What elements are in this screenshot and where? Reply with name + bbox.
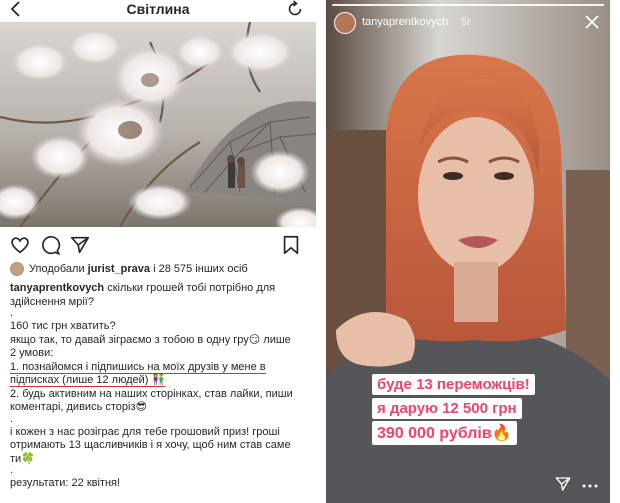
liker-avatar bbox=[10, 262, 24, 276]
story-screen[interactable]: tanyaprentkovych 5г буде 13 переможців! … bbox=[326, 0, 610, 503]
post-header: Світлина bbox=[0, 0, 316, 22]
likes-row[interactable]: Уподобали jurist_prava і 28 575 інших ос… bbox=[10, 262, 310, 278]
caption-line: здійснення мрії? bbox=[10, 295, 94, 308]
page-title: Світлина bbox=[126, 1, 190, 17]
bookmark-icon[interactable] bbox=[280, 234, 302, 256]
caption-line-underlined: 1. познайомся і підпишись на моїх друзів… bbox=[10, 360, 266, 374]
caption-line: і кожен з нас розіграє для тебе грошовий… bbox=[10, 425, 280, 438]
caption-dot: . bbox=[10, 464, 14, 476]
refresh-icon[interactable] bbox=[286, 0, 304, 18]
caption-line: 2 умови: bbox=[10, 347, 54, 359]
caption-dot: . bbox=[10, 412, 14, 425]
caption-line: ти🍀 bbox=[10, 452, 35, 465]
caption-line: коментарі, дивись сторіз😎 bbox=[10, 401, 147, 413]
caption-line: скільки грошей тобі потрібно для bbox=[104, 282, 276, 294]
liker-username[interactable]: jurist_prava bbox=[88, 263, 150, 275]
more-dots-icon[interactable] bbox=[582, 483, 598, 489]
caption-author[interactable]: tanyaprentkovych bbox=[10, 282, 104, 294]
story-text-sticker: буде 13 переможців! bbox=[372, 374, 535, 395]
story-username[interactable]: tanyaprentkovych bbox=[362, 16, 448, 28]
caption-line: 2. будь активним на наших сторінках, ста… bbox=[10, 387, 293, 400]
likes-prefix: Уподобали bbox=[29, 263, 85, 275]
post-screen: Світлина Уподобали jurist_prava і 28 575… bbox=[0, 0, 316, 503]
comment-icon[interactable] bbox=[39, 234, 61, 256]
caption-dot: . bbox=[10, 307, 14, 319]
avatar[interactable] bbox=[334, 12, 356, 34]
post-caption: tanyaprentkovych скільки грошей тобі пот… bbox=[10, 282, 310, 491]
heart-icon[interactable] bbox=[9, 234, 31, 256]
caption-line: якщо так, то давай зіграємо з тобою в од… bbox=[10, 333, 291, 346]
story-text-sticker: я дарую 12 500 грн bbox=[372, 398, 522, 419]
send-icon[interactable] bbox=[554, 475, 572, 493]
story-time: 5г bbox=[461, 16, 472, 28]
caption-line: отримають 13 щасливчиків і я хочу, щоб н… bbox=[10, 439, 291, 451]
post-photo[interactable] bbox=[0, 22, 316, 227]
caption-line: 160 тис грн хватить? bbox=[10, 320, 116, 332]
caption-line-underlined: підписках (лише 12 людей) 👫 bbox=[10, 374, 166, 387]
story-header: tanyaprentkovych 5г bbox=[334, 12, 602, 34]
likes-count: і 28 575 інших осіб bbox=[153, 263, 248, 275]
caption-line: результати: 22 квітня! bbox=[10, 477, 121, 489]
story-text-sticker: 390 000 рублів🔥 bbox=[372, 421, 517, 445]
post-actions bbox=[0, 232, 316, 258]
close-icon[interactable] bbox=[584, 14, 600, 30]
send-icon[interactable] bbox=[69, 234, 91, 256]
story-progress bbox=[332, 4, 604, 6]
